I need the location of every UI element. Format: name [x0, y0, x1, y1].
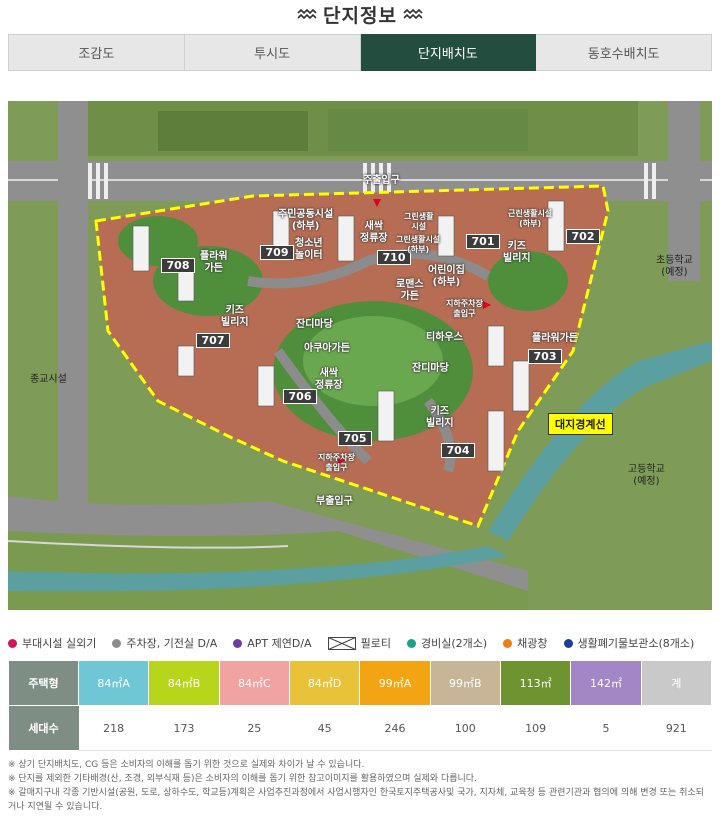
table-cell-count-84d: 45: [289, 705, 360, 751]
legend-label: 경비실(2개소): [420, 637, 488, 650]
facility-youth-label: 청소년 놀이터: [295, 238, 323, 261]
disclaimer-notes: ※ 상기 단지배치도, CG 등은 소비자의 이해를 돕기 위한 것으로 실제와…: [8, 758, 712, 814]
table-cell-type-84d: 84㎡D: [288, 660, 361, 706]
piloti-icon: [327, 636, 356, 650]
main-entrance-label: 주출입구: [363, 175, 400, 186]
building-label-704[interactable]: 704: [441, 443, 475, 458]
disclaimer-note: 거나 지연될 수 있습니다.: [8, 802, 103, 812]
facility-teahouse-label: 티하우스: [426, 332, 463, 343]
facility-greenlife-3-label: 근린생활시설 (하부): [508, 209, 553, 228]
building-label-709[interactable]: 709: [260, 245, 294, 260]
table-cell-count-84a: 218: [78, 705, 149, 751]
legend-dot-icon: [8, 638, 17, 648]
disclaimer-note: ※ 상기 단지배치도, CG 등은 소비자의 이해를 돕기 위한 것으로 실제와…: [8, 760, 365, 770]
table-cell-count-84b: 173: [148, 705, 220, 751]
facility-romance-label: 로맨스 가든: [396, 279, 424, 302]
building-label-702[interactable]: 702: [566, 229, 600, 244]
facility-greenlife-1-label: 그린생활 시설: [404, 212, 434, 231]
table-cell-type-99a: 99㎡A: [359, 660, 431, 706]
facility-kids-3-label: 키즈 빌리지: [426, 406, 454, 429]
table-cell-type-84c: 84㎡C: [218, 660, 290, 706]
legend-label: 주차장, 기전실 D/A: [126, 637, 218, 650]
legend-label: 부대시설 실외기: [22, 637, 97, 650]
facility-greenlife-2-label: 그린생활시설 (하부): [396, 235, 441, 254]
legend-guard-room: 경비실(2개소): [406, 635, 488, 651]
table-cell-count-113: 109: [500, 705, 571, 751]
legend-apt-da: APT 제연D/A: [233, 635, 312, 651]
building-label-708[interactable]: 708: [161, 258, 195, 273]
facility-kids-1-label: 키즈 빌리지: [503, 241, 531, 264]
legend-dot-icon: [503, 638, 513, 648]
table-cell-type-84a: 84㎡A: [77, 660, 150, 706]
table-cell-count-142: 5: [570, 705, 642, 751]
facility-children-label: 어린이집 (하부): [428, 265, 465, 288]
facility-aqua-label: 아쿠아가든: [304, 343, 350, 354]
table-cell-count-84c: 25: [219, 705, 290, 751]
facility-flower-1-label: 플라워 가든: [200, 251, 228, 274]
building-label-703[interactable]: 703: [528, 349, 562, 364]
building-label-705[interactable]: 705: [338, 431, 372, 446]
facility-lawn-2-label: 잔디마당: [412, 363, 449, 374]
facility-community-label: 주민공동시설 (하부): [278, 209, 334, 232]
facility-parking-top-label: 지하주차장 출입구: [446, 299, 483, 318]
legend-parking-da: 주차장, 기전실 D/A: [112, 635, 217, 651]
surrounding-elementary-label: 초등학교 (예정): [656, 255, 693, 278]
building-label-707[interactable]: 707: [196, 333, 230, 348]
legend-label: APT 제연D/A: [247, 637, 312, 650]
legend-dot-icon: [563, 638, 573, 648]
table-row-types: 주택형 84㎡A 84㎡B 84㎡C 84㎡D 99㎡A 99㎡B 113㎡ 1…: [8, 660, 713, 706]
table-cell-type-84b: 84㎡B: [148, 660, 220, 706]
table-cell-type-99b: 99㎡B: [429, 660, 501, 706]
table-header-count: 세대수: [8, 705, 79, 751]
building-label-706[interactable]: 706: [283, 389, 317, 404]
surrounding-highschool-label: 고등학교 (예정): [628, 464, 665, 487]
title-ornament-right-icon: [403, 9, 423, 19]
building-label-701[interactable]: 701: [466, 234, 500, 249]
legend-skylight: 채광창: [503, 635, 548, 651]
table-header-type: 주택형: [8, 660, 79, 706]
page-title-text: 단지정보: [323, 4, 397, 27]
legend-dot-icon: [112, 638, 122, 648]
facility-kids-2-label: 키즈 빌리지: [221, 305, 249, 328]
tab-bird-view[interactable]: 조감도: [8, 34, 185, 71]
table-cell-count-total: 921: [641, 705, 712, 751]
legend-label: 생활폐기물보관소(8개소): [577, 637, 695, 650]
facility-flower-2-label: 플라워가든: [532, 333, 578, 344]
tab-site-plan[interactable]: 단지배치도: [360, 34, 537, 71]
legend-dot-icon: [406, 638, 416, 648]
table-cell-type-142: 142㎡: [570, 660, 642, 706]
disclaimer-note: ※ 단지를 제외한 기타배경(산, 조경, 외부식재 등)은 소비자의 이해를 …: [8, 774, 477, 784]
facility-saessak-top-label: 새싹 정류장: [360, 221, 388, 244]
site-boundary-tag: 대지경계선: [548, 413, 613, 435]
unit-type-table: 주택형 84㎡A 84㎡B 84㎡C 84㎡D 99㎡A 99㎡B 113㎡ 1…: [8, 660, 713, 751]
site-plan-map: 주출입구 부출입구 종교시설 초등학교 (예정) 고등학교 (예정) 대지경계선…: [8, 101, 712, 610]
facility-saessak-bottom-label: 새싹 정류장: [315, 368, 343, 391]
legend-waste-storage: 생활폐기물보관소(8개소): [563, 635, 695, 651]
legend-outdoor-unit: 부대시설 실외기: [8, 635, 96, 651]
legend-piloti: 필로티: [327, 635, 391, 651]
surrounding-religious-label: 종교시설: [30, 374, 67, 385]
tab-perspective[interactable]: 투시도: [184, 34, 361, 71]
legend-dot-icon: [233, 638, 243, 648]
facility-parking-bottom-label: 지하주차장 출입구: [318, 453, 355, 472]
legend-label: 채광창: [517, 637, 548, 650]
site-plan-drawing: [8, 101, 712, 610]
page-title: 단지정보: [0, 0, 720, 28]
legend-label: 필로티: [360, 637, 391, 650]
table-cell-count-99a: 246: [359, 705, 431, 751]
tab-bar: 조감도 투시도 단지배치도 동호수배치도: [8, 34, 712, 71]
table-cell-type-113: 113㎡: [499, 660, 572, 706]
disclaimer-note: ※ 갈매지구내 각종 기반시설(공원, 도로, 상하수도, 학교등)계획은 사업…: [8, 788, 704, 798]
table-row-counts: 세대수 218 173 25 45 246 100 109 5 921: [8, 705, 712, 751]
sub-entrance-label: 부출입구: [316, 496, 353, 507]
table-cell-count-99b: 100: [430, 705, 501, 751]
tab-unit-layout[interactable]: 동호수배치도: [536, 34, 712, 71]
table-cell-type-total: 계: [640, 660, 713, 706]
map-legend: 부대시설 실외기 주차장, 기전실 D/A APT 제연D/A 필로티 경비실(…: [8, 634, 712, 652]
title-ornament-left-icon: [297, 9, 317, 19]
facility-lawn-1-label: 잔디마당: [296, 319, 333, 330]
